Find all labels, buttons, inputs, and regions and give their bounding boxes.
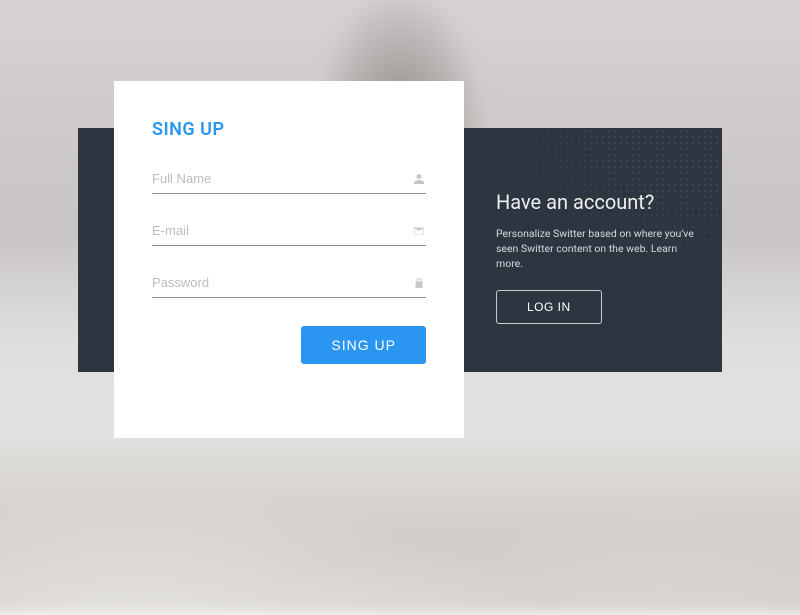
email-field-row [152, 216, 426, 246]
user-icon [412, 172, 426, 186]
email-input[interactable] [152, 217, 412, 244]
signup-card: SING UP SING UP [114, 81, 464, 438]
lock-icon [412, 276, 426, 290]
card-title: SING UP [152, 119, 426, 140]
full-name-input[interactable] [152, 165, 412, 192]
mail-icon [412, 224, 426, 238]
promo-heading: Have an account? [496, 190, 706, 214]
login-button[interactable]: LOG IN [496, 290, 602, 324]
promo-body: Personalize Switter based on where you'v… [496, 226, 706, 272]
full-name-field-row [152, 164, 426, 194]
password-field-row [152, 268, 426, 298]
submit-row: SING UP [152, 326, 426, 364]
promo-content: Have an account? Personalize Switter bas… [496, 190, 706, 324]
password-input[interactable] [152, 269, 412, 296]
signup-button[interactable]: SING UP [301, 326, 426, 364]
